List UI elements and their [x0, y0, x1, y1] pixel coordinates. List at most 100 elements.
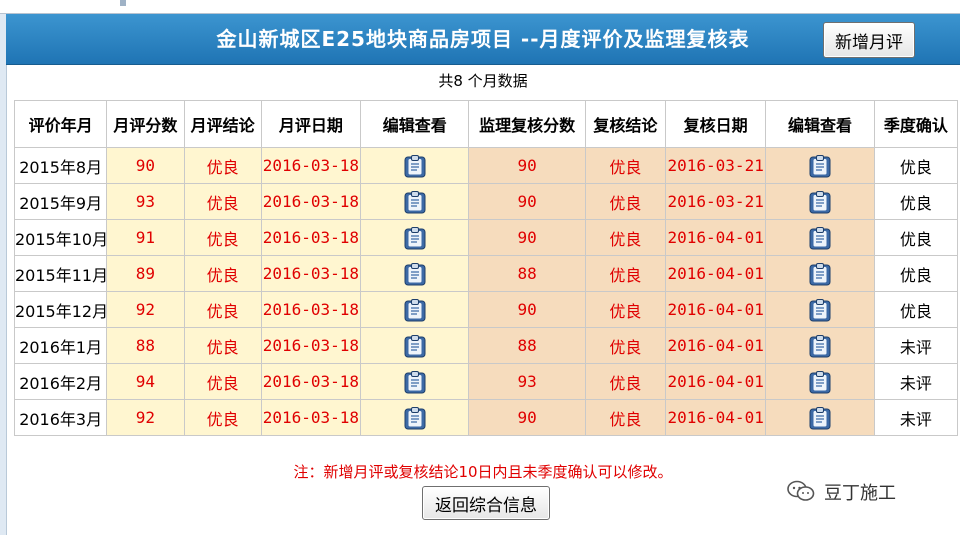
clipboard-icon[interactable] — [404, 226, 426, 250]
clipboard-icon[interactable] — [809, 406, 831, 430]
edit-rule-note: 注：新增月评或复核结论10日内且未季度确认可以修改。 — [293, 463, 673, 481]
clipboard-icon[interactable] — [404, 298, 426, 322]
clipboard-icon[interactable] — [809, 262, 831, 286]
clipboard-icon[interactable] — [404, 262, 426, 286]
quarter-confirm-cell: 优良 — [873, 291, 959, 328]
result-cell: 优良 — [183, 291, 262, 328]
clipboard-icon[interactable] — [809, 190, 831, 214]
edit-view-cell — [360, 183, 470, 220]
score-cell: 91 — [106, 219, 185, 256]
review-result-cell: 优良 — [584, 363, 667, 400]
review-date-cell: 2016-04-01 — [665, 219, 767, 256]
wechat-icon — [786, 479, 816, 510]
column-header: 月评结论 — [183, 100, 262, 148]
review-edit-view-cell — [765, 327, 875, 364]
review-edit-view-cell — [765, 255, 875, 292]
review-date-cell: 2016-03-21 — [665, 147, 767, 184]
result-cell: 优良 — [183, 183, 262, 220]
clipboard-icon[interactable] — [404, 334, 426, 358]
edit-view-cell — [360, 219, 470, 256]
month-cell: 2015年10月 — [13, 219, 108, 256]
table-row: 2015年12月 92 优良 2016-03-18 90 优良 2016-04-01 优良 — [13, 291, 959, 328]
review-score-cell: 90 — [468, 219, 586, 256]
score-cell: 93 — [106, 183, 185, 220]
add-monthly-review-button[interactable]: 新增月评 — [823, 22, 915, 58]
review-edit-view-cell — [765, 291, 875, 328]
clipboard-icon[interactable] — [809, 370, 831, 394]
result-cell: 优良 — [183, 219, 262, 256]
review-date-cell: 2016-04-01 — [665, 399, 767, 436]
page-header: 金山新城区E25地块商品房项目 --月度评价及监理复核表 — [6, 14, 960, 65]
review-result-cell: 优良 — [584, 147, 667, 184]
column-header: 监理复核分数 — [468, 100, 586, 148]
month-cell: 2015年9月 — [13, 183, 108, 220]
edit-view-cell — [360, 399, 470, 436]
review-date-cell: 2016-04-01 — [665, 291, 767, 328]
column-header: 编辑查看 — [360, 100, 470, 148]
review-date-cell: 2016-04-01 — [665, 363, 767, 400]
quarter-confirm-cell: 未评 — [873, 327, 959, 364]
watermark-text: 豆丁施工 — [824, 483, 896, 504]
review-score-cell: 90 — [468, 183, 586, 220]
review-result-cell: 优良 — [584, 327, 667, 364]
month-cell: 2016年1月 — [13, 327, 108, 364]
result-cell: 优良 — [183, 147, 262, 184]
quarter-confirm-cell: 优良 — [873, 255, 959, 292]
column-header: 复核结论 — [584, 100, 667, 148]
month-cell: 2016年2月 — [13, 363, 108, 400]
review-score-cell: 88 — [468, 327, 586, 364]
page-title: 金山新城区E25地块商品房项目 --月度评价及监理复核表 — [216, 27, 750, 51]
result-cell: 优良 — [183, 255, 262, 292]
quarter-confirm-cell: 优良 — [873, 147, 959, 184]
clipboard-icon[interactable] — [809, 298, 831, 322]
result-cell: 优良 — [183, 399, 262, 436]
clipboard-icon[interactable] — [809, 226, 831, 250]
edit-view-cell — [360, 363, 470, 400]
review-score-cell: 88 — [468, 255, 586, 292]
score-cell: 92 — [106, 291, 185, 328]
back-to-summary-button[interactable]: 返回综合信息 — [422, 486, 550, 520]
column-header: 月评分数 — [106, 100, 185, 148]
score-cell: 92 — [106, 399, 185, 436]
review-edit-view-cell — [765, 363, 875, 400]
result-cell: 优良 — [183, 363, 262, 400]
review-edit-view-cell — [765, 219, 875, 256]
review-edit-view-cell — [765, 399, 875, 436]
review-score-cell: 90 — [468, 291, 586, 328]
score-cell: 90 — [106, 147, 185, 184]
clipboard-icon[interactable] — [809, 154, 831, 178]
column-header: 评价年月 — [13, 100, 108, 148]
clipboard-icon[interactable] — [404, 406, 426, 430]
month-cell: 2015年8月 — [13, 147, 108, 184]
watermark: 豆丁施工 — [786, 480, 896, 506]
clipboard-icon[interactable] — [404, 154, 426, 178]
table-row: 2016年2月 94 优良 2016-03-18 93 优良 2016-04-01 未评 — [13, 363, 959, 400]
column-header: 编辑查看 — [765, 100, 875, 148]
table-body: 2015年8月 90 优良 2016-03-18 90 优良 2016-03-21 优良 201… — [13, 147, 959, 436]
clipboard-icon[interactable] — [404, 370, 426, 394]
edit-view-cell — [360, 255, 470, 292]
window-top-strip — [0, 0, 960, 14]
review-result-cell: 优良 — [584, 219, 667, 256]
quarter-confirm-cell: 优良 — [873, 183, 959, 220]
table-row: 2015年8月 90 优良 2016-03-18 90 优良 2016-03-21 优良 — [13, 147, 959, 184]
review-date-cell: 2016-03-21 — [665, 183, 767, 220]
edit-view-cell — [360, 327, 470, 364]
clipboard-icon[interactable] — [404, 190, 426, 214]
edit-view-cell — [360, 147, 470, 184]
result-cell: 优良 — [183, 327, 262, 364]
window-tab-stub — [120, 0, 126, 6]
review-edit-view-cell — [765, 147, 875, 184]
review-result-cell: 优良 — [584, 255, 667, 292]
table-row: 2015年9月 93 优良 2016-03-18 90 优良 2016-03-21 优良 — [13, 183, 959, 220]
table-row: 2015年10月 91 优良 2016-03-18 90 优良 2016-04-01 优良 — [13, 219, 959, 256]
date-cell: 2016-03-18 — [260, 291, 362, 328]
edit-view-cell — [360, 291, 470, 328]
date-cell: 2016-03-18 — [260, 147, 362, 184]
clipboard-icon[interactable] — [809, 334, 831, 358]
review-date-cell: 2016-04-01 — [665, 255, 767, 292]
review-result-cell: 优良 — [584, 183, 667, 220]
review-score-cell: 90 — [468, 399, 586, 436]
date-cell: 2016-03-18 — [260, 219, 362, 256]
review-result-cell: 优良 — [584, 291, 667, 328]
